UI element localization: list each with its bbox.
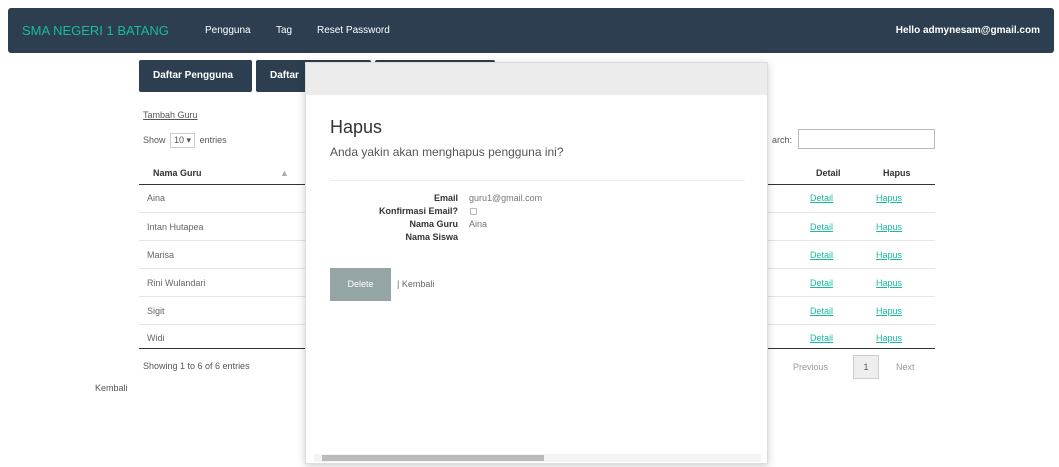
nama-guru-label: Nama Guru bbox=[409, 219, 458, 229]
modal-title: Hapus bbox=[330, 117, 383, 137]
konfirmasi-email-checkbox bbox=[470, 208, 477, 215]
modal-header bbox=[306, 63, 767, 95]
scrollbar-thumb[interactable] bbox=[322, 455, 544, 461]
konfirmasi-email-label: Konfirmasi Email? bbox=[378, 206, 458, 216]
email-label: Email bbox=[433, 193, 458, 203]
delete-button[interactable]: Delete bbox=[330, 268, 391, 301]
kembali-link[interactable]: | Kembali bbox=[397, 279, 434, 289]
modal-divider bbox=[330, 180, 745, 181]
delete-modal: Hapus Anda yakin akan menghapus pengguna… bbox=[305, 62, 768, 464]
nama-guru-value: Aina bbox=[469, 219, 488, 229]
email-value: guru1@gmail.com bbox=[469, 193, 543, 203]
nama-siswa-label: Nama Siswa bbox=[405, 232, 458, 242]
horizontal-scrollbar[interactable] bbox=[314, 454, 761, 462]
modal-subtitle: Anda yakin akan menghapus pengguna ini? bbox=[330, 145, 564, 159]
